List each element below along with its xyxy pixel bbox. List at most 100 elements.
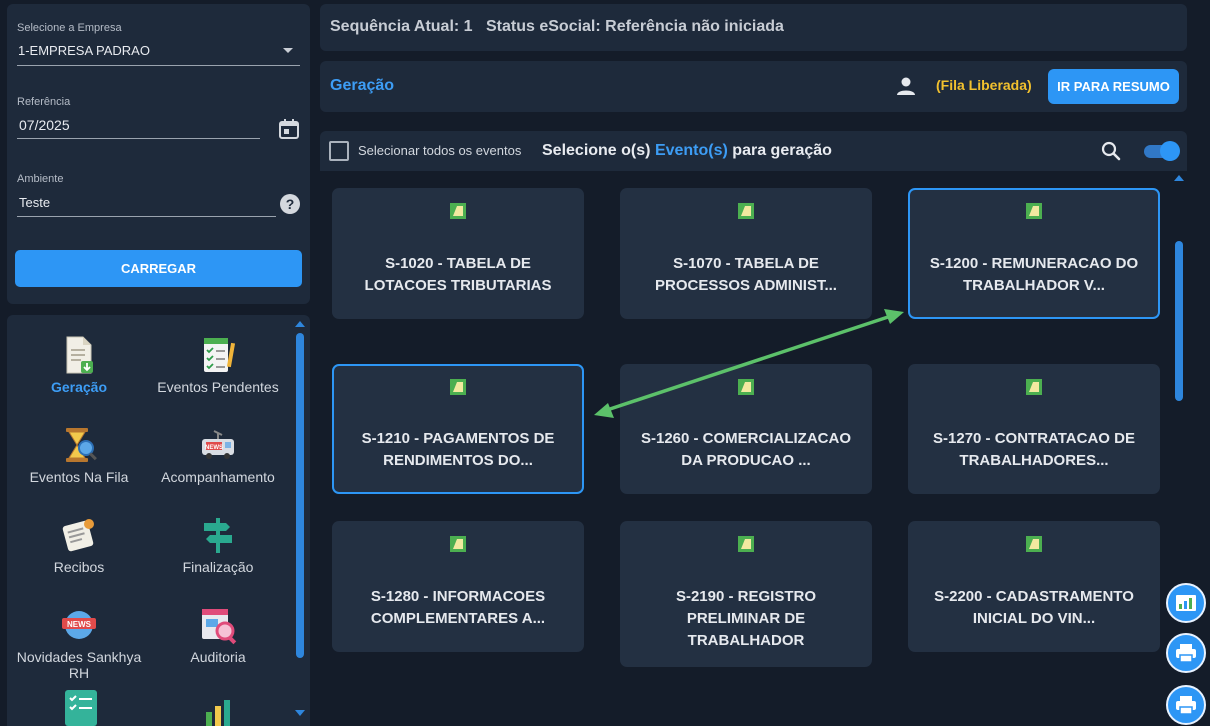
referencia-label: Referência — [17, 96, 71, 108]
carregar-button[interactable]: CARREGAR — [15, 250, 302, 287]
menu-item-label: Novidades Sankhya RH — [16, 649, 142, 681]
help-icon[interactable]: ? — [279, 193, 301, 215]
menu-item-eventos-pendentes[interactable]: Eventos Pendentes — [148, 335, 288, 395]
print-fab-button[interactable] — [1166, 633, 1206, 673]
hourglass-search-icon — [66, 428, 97, 462]
event-cards-grid: S-1020 - TABELA DE LOTACOES TRIBUTARIAS S… — [320, 171, 1187, 726]
event-card[interactable]: S-1070 - TABELA DE PROCESSOS ADMINIST... — [620, 188, 872, 319]
referencia-underline — [17, 138, 260, 139]
menu-item-novidades[interactable]: NEWS Novidades Sankhya RH — [9, 605, 149, 681]
event-card[interactable]: S-1020 - TABELA DE LOTACOES TRIBUTARIAS — [332, 188, 584, 319]
document-icon — [1026, 536, 1042, 552]
signpost-icon — [204, 518, 232, 553]
event-card-title: S-1020 - TABELA DE LOTACOES TRIBUTARIAS — [364, 255, 552, 294]
menu-item-label: Finalização — [182, 559, 254, 575]
ambiente-input[interactable]: Teste — [17, 192, 276, 218]
document-icon — [450, 203, 466, 219]
menu-scrollbar[interactable] — [294, 315, 306, 726]
menu-item-eventos-na-fila[interactable]: Eventos Na Fila — [9, 425, 149, 485]
scroll-thumb[interactable] — [296, 333, 304, 658]
event-card-title: S-1210 - PAGAMENTOS DE RENDIMENTOS DO... — [361, 430, 555, 469]
ir-para-resumo-button[interactable]: IR PARA RESUMO — [1048, 69, 1179, 104]
document-icon — [1026, 203, 1042, 219]
menu-item-label: Acompanhamento — [161, 469, 275, 485]
event-card-title: S-1270 - CONTRATACAO DE TRABALHADORES... — [933, 430, 1135, 469]
event-card[interactable]: S-1260 - COMERCIALIZACAO DA PRODUCAO ... — [620, 364, 872, 494]
empresa-select[interactable]: 1-EMPRESA PADRAO — [17, 38, 300, 66]
document-icon — [450, 536, 466, 552]
scroll-up-icon[interactable] — [295, 321, 305, 327]
filter-panel: Selecione a Empresa 1-EMPRESA PADRAO Ref… — [7, 4, 310, 304]
spreadsheet-fab-button[interactable] — [1166, 583, 1206, 623]
event-card-title: S-2190 - REGISTRO PRELIMINAR DE TRABALHADO… — [675, 588, 817, 649]
event-card[interactable]: S-2200 - CADASTRAMENTO INICIAL DO VIN... — [908, 521, 1160, 652]
selection-title: Selecione o(s) Evento(s) para geração — [542, 142, 832, 160]
document-icon — [450, 379, 466, 395]
menu-item-label: Auditoria — [190, 649, 246, 665]
toggle-knob — [1160, 141, 1180, 161]
document-icon — [738, 203, 754, 219]
document-icon — [1026, 379, 1042, 395]
scroll-up-icon[interactable] — [1174, 175, 1184, 181]
toggle-switch[interactable] — [1142, 141, 1180, 161]
scroll-down-icon[interactable] — [295, 710, 305, 716]
menu-item-label: Geração — [50, 379, 108, 395]
event-card-title: S-2200 - CADASTRAMENTO INICIAL DO VIN... — [934, 588, 1134, 627]
menu-item-geracao[interactable]: Geração — [9, 335, 149, 395]
checklist-pencil-icon — [204, 338, 236, 372]
menu-item-label: Recibos — [53, 559, 105, 575]
menu-item-recibos[interactable]: Recibos — [9, 515, 149, 575]
event-card-title: S-1260 - COMERCIALIZACAO DA PRODUCAO ... — [640, 430, 852, 469]
event-card-title: S-1280 - INFORMACOES COMPLEMENTARES A... — [370, 588, 546, 627]
user-icon[interactable] — [896, 76, 916, 96]
document-download-icon — [66, 336, 93, 374]
event-card-title: S-1070 - TABELA DE PROCESSOS ADMINIST... — [655, 255, 837, 294]
menu-item-acompanhamento[interactable]: NEWS Acompanhamento — [148, 425, 288, 485]
event-card[interactable]: S-2190 - REGISTRO PRELIMINAR DE TRABALHADO… — [620, 521, 872, 667]
empresa-label: Selecione a Empresa — [17, 22, 122, 34]
selection-title-prefix: Selecione o(s) — [542, 142, 651, 159]
side-menu: Geração Eventos Pendentes Eventos Na Fil… — [7, 315, 310, 726]
selection-title-suffix: para geração — [732, 142, 832, 159]
news-globe-icon: NEWS — [62, 611, 96, 639]
scroll-thumb[interactable] — [1175, 241, 1183, 401]
ambiente-value: Teste — [19, 195, 51, 210]
event-card[interactable]: S-1280 - INFORMACOES COMPLEMENTARES A... — [332, 521, 584, 652]
page-title: Geração — [330, 77, 395, 94]
checklist-icon[interactable] — [63, 688, 99, 726]
event-card[interactable]: S-1270 - CONTRATACAO DE TRABALHADORES... — [908, 364, 1160, 494]
ambiente-underline — [17, 216, 276, 217]
document-icon — [738, 379, 754, 395]
svg-text:NEWS: NEWS — [205, 445, 223, 451]
printer-icon — [1176, 644, 1196, 663]
printer-icon — [1176, 696, 1196, 715]
menu-item-auditoria[interactable]: Auditoria — [148, 605, 288, 665]
news-van-icon: NEWS — [202, 430, 234, 459]
referencia-value: 07/2025 — [19, 117, 70, 133]
event-card[interactable]: S-1200 - REMUNERACAO DO TRABALHADOR V... — [908, 188, 1160, 319]
status-bar: Sequência Atual: 1 Status eSocial: Refer… — [320, 4, 1187, 51]
select-all-checkbox[interactable] — [329, 141, 349, 161]
esocial-status-text: Status eSocial: Referência não iniciada — [486, 18, 784, 35]
referencia-input[interactable]: 07/2025 — [17, 114, 260, 140]
empresa-underline — [17, 65, 300, 66]
menu-item-label: Eventos Na Fila — [29, 469, 129, 485]
spreadsheet-icon — [1176, 595, 1196, 611]
chevron-down-icon — [283, 48, 293, 53]
document-icon — [738, 536, 754, 552]
selection-title-highlight: Evento(s) — [654, 142, 728, 159]
fila-status: (Fila Liberada) — [936, 77, 1032, 93]
receipt-icon — [62, 519, 94, 552]
cards-scrollbar[interactable] — [1172, 171, 1186, 581]
event-card[interactable]: S-1210 - PAGAMENTOS DE RENDIMENTOS DO... — [332, 364, 584, 494]
menu-item-finalizacao[interactable]: Finalização — [148, 515, 288, 575]
calendar-icon[interactable] — [278, 118, 300, 140]
select-all-label: Selecionar todos os eventos — [358, 143, 522, 158]
svg-text:NEWS: NEWS — [67, 620, 92, 629]
event-card-title: S-1200 - REMUNERACAO DO TRABALHADOR V... — [929, 255, 1139, 294]
audit-magnifier-icon — [202, 609, 237, 645]
print-fab-button-2[interactable] — [1166, 685, 1206, 725]
selection-bar: Selecionar todos os eventos Selecione o(… — [320, 131, 1187, 171]
chart-icon[interactable] — [203, 698, 237, 726]
search-icon[interactable] — [1101, 141, 1121, 161]
